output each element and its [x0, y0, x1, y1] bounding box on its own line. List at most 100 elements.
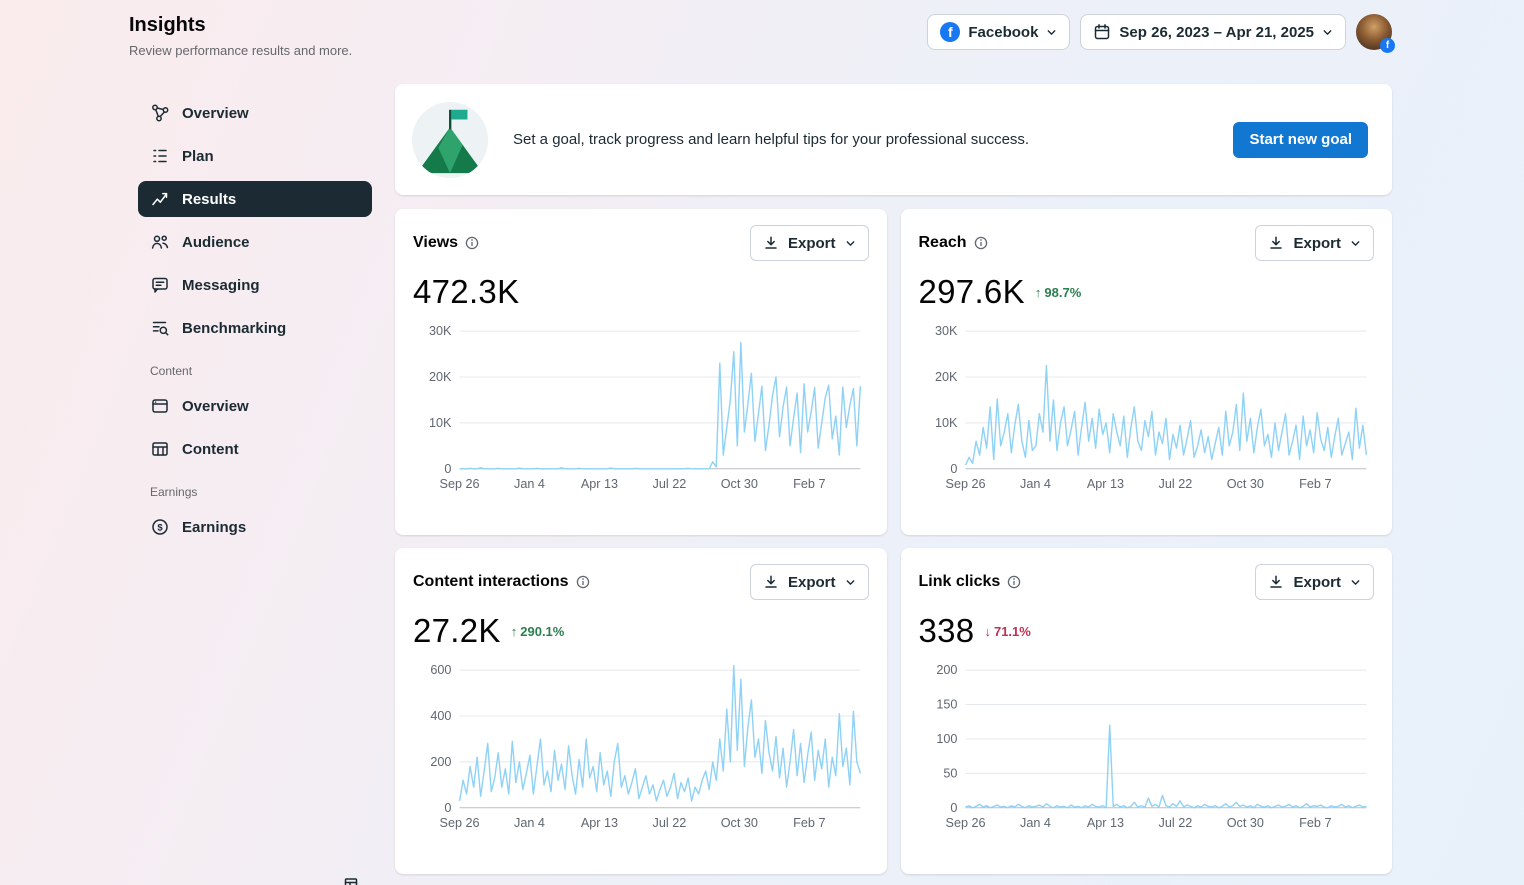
sidebar: Overview Plan Results Audience Messaging… [138, 58, 372, 552]
window-icon [150, 396, 170, 416]
svg-text:30K: 30K [934, 324, 957, 338]
main-content: Set a goal, track progress and learn hel… [395, 58, 1392, 885]
start-new-goal-button[interactable]: Start new goal [1233, 121, 1368, 158]
sidebar-item-audience[interactable]: Audience [138, 224, 372, 260]
svg-text:Oct 30: Oct 30 [1226, 816, 1263, 830]
link-clicks-chart: 0 50 100 150 200 Sep 26 Jan 4 Apr 13 Jul 22 Oct 3… [936, 663, 1367, 830]
svg-text:Jan 4: Jan 4 [514, 477, 545, 491]
date-range-label: Sep 26, 2023 – Apr 21, 2025 [1119, 23, 1314, 41]
avatar[interactable]: f [1356, 14, 1395, 53]
svg-text:Feb 7: Feb 7 [1299, 816, 1331, 830]
svg-text:Oct 30: Oct 30 [721, 477, 758, 491]
svg-text:Apr 13: Apr 13 [1086, 816, 1123, 830]
sidebar-item-overview[interactable]: Overview [138, 95, 372, 131]
metric-value: 472.3K [413, 273, 520, 310]
date-range-selector[interactable]: Sep 26, 2023 – Apr 21, 2025 [1080, 14, 1346, 50]
sidebar-item-content-overview[interactable]: Overview [138, 388, 372, 424]
metrics-row-2: Content interactions Export 27.2K ↑ 290.1… [395, 548, 1392, 874]
metric-title: Link clicks [918, 573, 1001, 590]
svg-text:Jan 4: Jan 4 [1020, 816, 1051, 830]
messaging-icon [150, 275, 170, 295]
sidebar-item-benchmarking[interactable]: Benchmarking [138, 310, 372, 346]
svg-text:$: $ [157, 522, 163, 533]
sidebar-section-earnings: Earnings [150, 485, 198, 499]
svg-text:Sep 26: Sep 26 [440, 477, 480, 491]
metric-value: 27.2K [413, 612, 501, 649]
platform-selector[interactable]: f Facebook [927, 14, 1071, 50]
metric-value: 338 [918, 612, 975, 649]
svg-text:Jul 22: Jul 22 [653, 816, 687, 830]
chevron-down-icon [1351, 240, 1360, 246]
svg-text:Jan 4: Jan 4 [1020, 477, 1051, 491]
goal-banner-text: Set a goal, track progress and learn hel… [513, 131, 1030, 148]
sidebar-item-label: Benchmarking [182, 319, 287, 337]
svg-text:Jul 22: Jul 22 [1158, 816, 1192, 830]
metric-value: 297.6K [918, 273, 1025, 310]
plan-icon [150, 146, 170, 166]
svg-text:Sep 26: Sep 26 [945, 477, 985, 491]
download-icon [1270, 575, 1283, 588]
chevron-down-icon [846, 579, 854, 585]
svg-text:Sep 26: Sep 26 [945, 816, 985, 830]
svg-text:Jul 22: Jul 22 [1158, 477, 1192, 491]
goal-illustration-icon [411, 101, 489, 178]
sidebar-item-label: Plan [182, 147, 214, 165]
export-button[interactable]: Export [749, 564, 869, 600]
chevron-down-icon [1351, 579, 1360, 585]
svg-text:30K: 30K [429, 324, 452, 338]
svg-text:Jan 4: Jan 4 [514, 816, 545, 830]
platform-label: Facebook [968, 23, 1039, 41]
svg-text:20K: 20K [934, 370, 957, 384]
sidebar-item-label: Audience [182, 233, 250, 251]
link-clicks-card: Link clicks Export 338 ↓ 71.1% 0 50 100 150 2… [900, 548, 1392, 874]
overview-icon [150, 103, 170, 123]
svg-text:Feb 7: Feb 7 [1299, 477, 1331, 491]
sidebar-item-earnings[interactable]: $ Earnings [138, 509, 372, 545]
facebook-badge-icon: f [1380, 38, 1395, 53]
topbar-controls: f Facebook Sep 26, 2023 – Apr 21, 2025 f [927, 14, 1395, 53]
export-button[interactable]: Export [1255, 225, 1374, 261]
benchmarking-icon [150, 318, 170, 338]
svg-text:0: 0 [444, 801, 451, 815]
metric-title: Views [413, 234, 459, 251]
svg-text:10K: 10K [429, 416, 452, 430]
sidebar-item-messaging[interactable]: Messaging [138, 267, 372, 303]
svg-text:200: 200 [936, 663, 957, 677]
metric-title: Content interactions [413, 573, 569, 590]
page-subtitle: Review performance results and more. [129, 43, 353, 58]
info-icon[interactable] [1007, 575, 1021, 589]
chevron-down-icon [1048, 29, 1056, 35]
header: Insights Review performance results and … [0, 0, 1524, 58]
goal-banner: Set a goal, track progress and learn hel… [395, 84, 1392, 195]
svg-text:Oct 30: Oct 30 [721, 816, 758, 830]
info-icon[interactable] [576, 575, 590, 589]
sidebar-item-results[interactable]: Results [138, 181, 372, 217]
partial-table-icon [344, 878, 358, 885]
svg-text:Sep 26: Sep 26 [440, 816, 480, 830]
reach-card: Reach Export 297.6K ↑ 98.7% 0 10K 20K 30K Sep… [900, 209, 1392, 535]
sidebar-item-label: Overview [182, 104, 249, 122]
export-button[interactable]: Export [749, 225, 869, 261]
info-icon[interactable] [974, 236, 988, 250]
content-interactions-card: Content interactions Export 27.2K ↑ 290.1… [395, 548, 887, 874]
svg-text:20K: 20K [429, 370, 452, 384]
chevron-down-icon [846, 240, 854, 246]
sidebar-item-plan[interactable]: Plan [138, 138, 372, 174]
sidebar-item-content[interactable]: Content [138, 431, 372, 467]
views-chart: 0 10K 20K 30K Sep 26 Jan 4 Apr 13 Jul 22 Oct 30 F… [429, 324, 862, 491]
chevron-down-icon [1323, 29, 1332, 35]
page-heading: Insights Review performance results and … [129, 14, 352, 58]
results-icon [150, 189, 170, 209]
svg-text:50: 50 [943, 766, 957, 780]
export-button[interactable]: Export [1255, 564, 1374, 600]
sidebar-item-label: Messaging [182, 276, 260, 294]
svg-text:Feb 7: Feb 7 [793, 477, 825, 491]
page-title: Insights [129, 14, 206, 36]
svg-text:600: 600 [430, 663, 451, 677]
sidebar-item-label: Earnings [182, 518, 247, 536]
metric-delta: ↑ 98.7% [1034, 284, 1082, 300]
info-icon[interactable] [465, 236, 479, 250]
download-icon [765, 575, 777, 588]
facebook-icon: f [940, 22, 961, 42]
svg-text:400: 400 [430, 709, 451, 723]
